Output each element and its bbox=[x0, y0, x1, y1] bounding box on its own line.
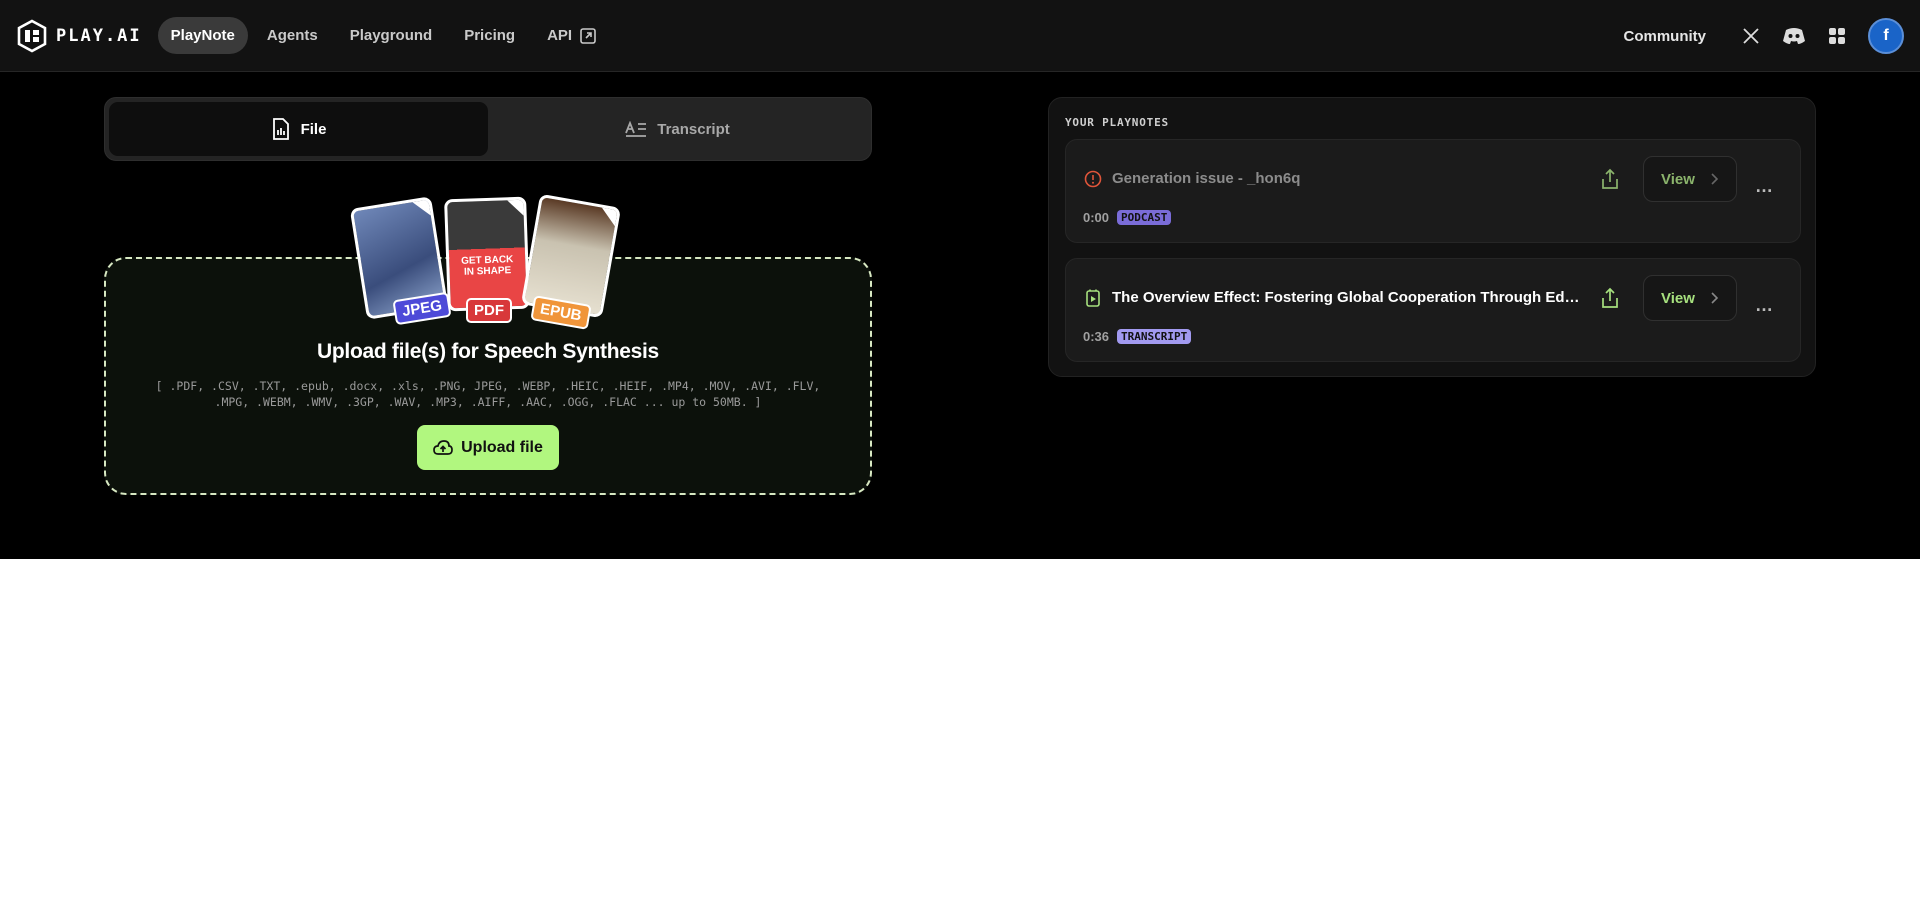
chevron-right-icon bbox=[1711, 292, 1719, 304]
nav-links: PlayNote Agents Playground Pricing API bbox=[157, 17, 609, 54]
text-align-icon bbox=[625, 121, 647, 137]
input-mode-tabs: File Transcript bbox=[104, 97, 872, 161]
upload-file-button[interactable]: Upload file bbox=[417, 425, 559, 470]
tab-transcript[interactable]: Transcript bbox=[488, 102, 867, 156]
playnote-title: The Overview Effect: Fostering Global Co… bbox=[1112, 289, 1582, 306]
supported-formats: [ .PDF, .CSV, .TXT, .epub, .docx, .xls, … bbox=[124, 378, 852, 410]
nav-link-pricing[interactable]: Pricing bbox=[451, 17, 528, 54]
share-icon[interactable] bbox=[1599, 168, 1621, 190]
cloud-upload-icon bbox=[433, 439, 453, 455]
playai-logo-icon bbox=[17, 19, 47, 52]
nav-link-label: API bbox=[547, 27, 573, 44]
playnote-duration: 0:00 bbox=[1083, 210, 1110, 225]
playnote-item[interactable]: The Overview Effect: Fostering Global Co… bbox=[1065, 258, 1801, 362]
app-root: PLAY.AI PlayNote Agents Playground Prici… bbox=[0, 0, 1920, 559]
brand[interactable]: PLAY.AI bbox=[16, 19, 142, 53]
view-button[interactable]: View bbox=[1643, 275, 1737, 321]
formats-line: [ .PDF, .CSV, .TXT, .epub, .docx, .xls, … bbox=[155, 379, 821, 393]
playnote-meta: 0:36 TRANSCRIPT bbox=[1083, 329, 1192, 344]
alert-circle-icon bbox=[1084, 170, 1102, 188]
user-avatar[interactable]: f bbox=[1868, 18, 1904, 54]
playnote-type-badge: TRANSCRIPT bbox=[1117, 329, 1192, 344]
playnote-duration: 0:36 bbox=[1083, 329, 1110, 344]
view-label: View bbox=[1661, 170, 1695, 188]
avatar-letter: f bbox=[1883, 27, 1889, 44]
nav-link-agents[interactable]: Agents bbox=[254, 17, 331, 54]
more-options-icon[interactable]: … bbox=[1755, 295, 1774, 316]
playnote-item[interactable]: Generation issue - _hon6q 0:00 PODCAST V… bbox=[1065, 139, 1801, 243]
pdf-cover-text: GET BACK IN SHAPE bbox=[460, 254, 514, 278]
brand-name: PLAY.AI bbox=[56, 25, 142, 46]
more-options-icon[interactable]: … bbox=[1755, 176, 1774, 197]
nav-link-api[interactable]: API bbox=[534, 17, 609, 54]
tab-file-label: File bbox=[300, 120, 327, 138]
nav-link-playnote[interactable]: PlayNote bbox=[157, 17, 248, 54]
nav-link-label: Agents bbox=[266, 27, 318, 44]
top-navbar: PLAY.AI PlayNote Agents Playground Prici… bbox=[0, 0, 1920, 72]
apps-grid-icon[interactable] bbox=[1828, 27, 1846, 45]
nav-right: Community f bbox=[1624, 0, 1904, 72]
transcript-doc-icon bbox=[1086, 289, 1100, 307]
playnote-title: Generation issue - _hon6q bbox=[1112, 170, 1301, 187]
nav-link-label: Playground bbox=[349, 27, 433, 44]
share-icon[interactable] bbox=[1599, 287, 1621, 309]
pdf-file-card: GET BACK IN SHAPE bbox=[444, 196, 530, 312]
view-label: View bbox=[1661, 289, 1695, 307]
nav-link-label: Pricing bbox=[464, 27, 516, 44]
community-link[interactable]: Community bbox=[1624, 28, 1707, 45]
chevron-right-icon bbox=[1711, 173, 1719, 185]
nav-link-playground[interactable]: Playground bbox=[337, 17, 446, 54]
pdf-badge: PDF bbox=[466, 298, 512, 323]
upload-file-label: Upload file bbox=[461, 438, 543, 456]
tab-file[interactable]: File bbox=[109, 102, 488, 156]
playnote-meta: 0:00 PODCAST bbox=[1083, 210, 1172, 225]
x-twitter-icon[interactable] bbox=[1742, 27, 1760, 45]
upload-title: Upload file(s) for Speech Synthesis bbox=[317, 340, 659, 363]
file-audio-icon bbox=[272, 118, 289, 140]
discord-icon[interactable] bbox=[1782, 27, 1806, 45]
external-link-icon bbox=[580, 27, 596, 44]
tab-transcript-label: Transcript bbox=[657, 120, 730, 138]
formats-line: .MPG, .WEBM, .WMV, .3GP, .WAV, .MP3, .AI… bbox=[214, 395, 762, 409]
playnotes-heading: YOUR PLAYNOTES bbox=[1065, 116, 1169, 129]
nav-link-label: PlayNote bbox=[170, 27, 235, 44]
playnote-type-badge: PODCAST bbox=[1117, 210, 1172, 225]
file-type-illustration: GET BACK IN SHAPE JPEG PDF EPUB bbox=[349, 192, 622, 330]
playnotes-panel: YOUR PLAYNOTES Generation issue - _hon6q… bbox=[1048, 97, 1816, 377]
view-button[interactable]: View bbox=[1643, 156, 1737, 202]
